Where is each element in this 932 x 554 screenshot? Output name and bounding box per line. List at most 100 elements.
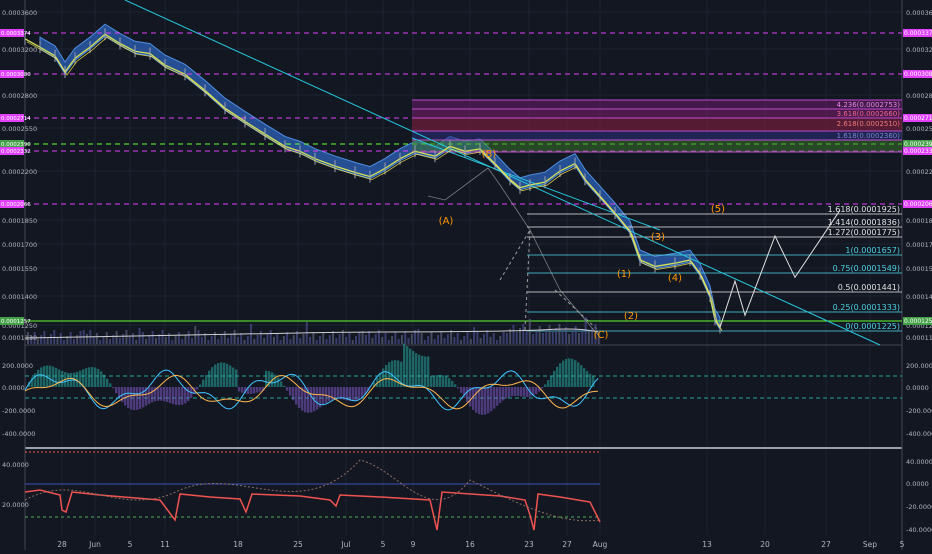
osc-hist-77 (256, 387, 258, 393)
osc-hist-164 (517, 387, 519, 396)
volume-bar-89 (319, 336, 321, 344)
osc-hist-36 (133, 387, 135, 410)
osc-hist-75 (250, 387, 252, 394)
osc-hist-11 (58, 369, 60, 387)
volume-bar-125 (437, 335, 439, 344)
osc-hist-104 (337, 387, 339, 399)
volume-bar-128 (447, 334, 449, 344)
osc-hist-142 (451, 381, 453, 387)
osc-hist-20 (85, 368, 87, 387)
osc-hist-186 (583, 368, 585, 387)
volume-bar-94 (335, 338, 337, 344)
volume-bar-59 (221, 335, 223, 344)
y-tick-right-1: 0.0003200 (906, 46, 932, 54)
volume-bar-73 (266, 334, 268, 344)
volume-bar-79 (286, 332, 288, 344)
volume-bar-145 (503, 332, 505, 344)
volume-bar-11 (63, 340, 65, 344)
x-tick-13: 13 (702, 540, 712, 549)
volume-bar-61 (227, 338, 229, 344)
osc-tick-right-0: 200.0000 (906, 362, 932, 370)
osc-tick-left-1: 0.0000 (2, 384, 25, 392)
osc-hist-140 (445, 376, 447, 387)
osc-hist-91 (298, 387, 300, 408)
osc-hist-138 (439, 375, 441, 387)
osc-hist-21 (88, 367, 90, 387)
osc-hist-149 (472, 387, 474, 410)
osc-hist-59 (202, 380, 204, 387)
osc-hist-83 (274, 375, 276, 387)
tag-left-5: 0.0002066 (1, 202, 31, 208)
osc-tick-left-0: 200.0000 (2, 362, 33, 370)
volume-bar-33 (135, 340, 137, 344)
osc-hist-26 (103, 375, 105, 387)
osc-hist-154 (487, 387, 489, 413)
volume-bar-24 (106, 332, 108, 344)
volume-bar-123 (430, 332, 432, 344)
tag-right-3: 0.0002390 (904, 141, 932, 148)
osc-hist-70 (235, 370, 237, 387)
volume-bar-15 (76, 335, 78, 344)
wave-label-4: (2) (624, 311, 638, 322)
volume-bar-62 (230, 334, 232, 344)
osc-hist-128 (409, 349, 411, 387)
chart-canvas[interactable]: 4.236(0.0002753)3.618(0.0002660)2.618(0.… (0, 0, 932, 550)
fib-ext-label-2: 1.272(0.0001775) (828, 228, 900, 237)
fib-ext-label-7: 0(0.0001225) (845, 322, 900, 331)
volume-bar-108 (381, 337, 383, 344)
osc-hist-63 (214, 365, 216, 387)
osc-hist-61 (208, 371, 210, 387)
volume-bar-165 (568, 334, 570, 344)
osc-hist-187 (586, 371, 588, 387)
y-tick-right-6: 0.0001700 (906, 241, 932, 249)
volume-bar-103 (365, 335, 367, 344)
volume-bar-21 (96, 333, 98, 344)
volume-bar-117 (411, 334, 413, 344)
y-tick-right-5: 0.0001850 (906, 217, 932, 225)
volume-bar-95 (339, 334, 341, 344)
volume-bar-39 (155, 338, 157, 344)
tag-right-5: 0.0002066 (904, 201, 932, 208)
wave-label-2: (C) (594, 330, 609, 341)
osc-hist-131 (418, 355, 420, 387)
volume-bar-113 (398, 339, 400, 344)
volume-bar-83 (299, 338, 301, 344)
osc-hist-25 (100, 371, 102, 387)
osc-hist-129 (412, 351, 414, 387)
y-tick-left-7: 0.0001550 (2, 265, 37, 273)
osc-hist-161 (508, 387, 510, 397)
osc-hist-78 (259, 387, 261, 392)
osc-hist-180 (565, 359, 567, 387)
osc-hist-14 (67, 373, 69, 387)
osc-hist-108 (349, 387, 351, 401)
x-tick-17: 5 (900, 540, 905, 549)
y-tick-left-2: 0.0002800 (2, 92, 37, 100)
volume-bar-97 (345, 337, 347, 344)
volume-bar-134 (467, 332, 469, 344)
volume-bar-42 (165, 337, 167, 344)
osc-hist-157 (496, 387, 498, 406)
osc-hist-66 (223, 363, 225, 387)
volume-bar-168 (578, 333, 580, 344)
trading-chart[interactable]: 4.236(0.0002753)3.618(0.0002660)2.618(0.… (0, 0, 932, 550)
osc-hist-162 (511, 387, 513, 396)
volume-bar-130 (453, 337, 455, 344)
y-tick-left-10: 0.0001130 (2, 334, 37, 342)
x-tick-11: 27 (562, 540, 572, 549)
osc-hist-62 (211, 367, 213, 387)
tag-right-1: 0.0003080 (904, 71, 932, 78)
x-tick-15: 27 (821, 540, 831, 549)
volume-bar-47 (181, 339, 183, 344)
osc-hist-137 (436, 375, 438, 387)
volume-bar-100 (355, 336, 357, 344)
osc-hist-179 (562, 361, 564, 387)
volume-bar-110 (388, 340, 390, 344)
volume-bar-55 (207, 340, 209, 344)
osc-tick-right-2: -200.0000 (906, 407, 932, 415)
osc-tick-left-3: -400.0000 (2, 430, 35, 438)
volume-bar-27 (116, 331, 118, 344)
osc-hist-133 (424, 356, 426, 387)
y-tick-right-3: 0.0002550 (906, 125, 932, 133)
volume-bar-35 (142, 332, 144, 344)
osc-hist-172 (541, 387, 543, 388)
